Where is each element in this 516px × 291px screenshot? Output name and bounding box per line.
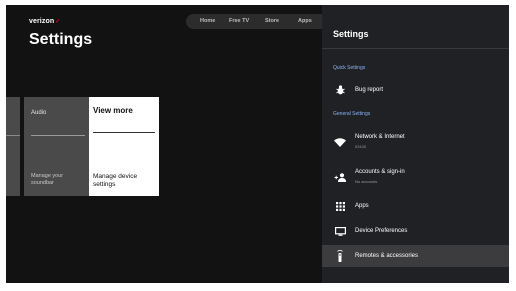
settings-card-view-more[interactable]: View more Manage device settings bbox=[89, 97, 159, 196]
card-description: Manage device settings bbox=[93, 173, 138, 188]
tv-screen: verizon✓ Settings Home Free TV Store App… bbox=[6, 5, 509, 283]
menu-item-label: Apps bbox=[355, 203, 369, 209]
menu-item-label: Network & Internet bbox=[355, 134, 405, 140]
menu-item-bug-report[interactable]: Bug report bbox=[322, 79, 509, 101]
remote-icon bbox=[333, 245, 347, 267]
bug-icon bbox=[333, 79, 347, 101]
nav-tab-free-tv[interactable]: Free TV bbox=[229, 18, 249, 24]
panel-title: Settings bbox=[333, 29, 369, 39]
settings-home: verizon✓ Settings Home Free TV Store App… bbox=[6, 5, 322, 283]
wifi-icon bbox=[333, 129, 347, 155]
nav-tab-apps[interactable]: Apps bbox=[298, 18, 312, 24]
add-person-icon bbox=[333, 164, 347, 190]
card-divider bbox=[93, 132, 155, 133]
menu-item-sublabel: 03100 bbox=[355, 144, 367, 149]
card-title: Audio bbox=[31, 110, 47, 116]
settings-card-audio[interactable]: Audio Manage your soundbar bbox=[24, 97, 92, 196]
menu-item-apps[interactable]: Apps bbox=[322, 195, 509, 217]
menu-item-network-internet[interactable]: Network & Internet 03100 bbox=[322, 129, 509, 155]
menu-item-label: Remotes & accessories bbox=[355, 253, 419, 259]
section-label-general-settings: General Settings bbox=[333, 111, 371, 117]
tv-icon bbox=[333, 220, 347, 242]
menu-item-label: Accounts & sign-in bbox=[355, 169, 405, 175]
menu-item-label: Device Preferences bbox=[355, 228, 408, 234]
menu-item-sublabel: No accounts bbox=[355, 179, 378, 184]
menu-item-device-preferences[interactable]: Device Preferences bbox=[322, 220, 509, 242]
menu-item-remotes-accessories[interactable]: Remotes & accessories bbox=[322, 245, 509, 267]
top-navigation: Home Free TV Store Apps bbox=[186, 14, 322, 29]
card-divider bbox=[6, 135, 20, 136]
brand-logo: verizon✓ bbox=[29, 18, 60, 25]
card-divider bbox=[31, 135, 85, 136]
brand-name: verizon bbox=[29, 18, 55, 25]
card-title: View more bbox=[93, 106, 133, 115]
menu-item-label: Bug report bbox=[355, 87, 384, 93]
apps-grid-icon bbox=[333, 195, 347, 217]
brand-check-icon: ✓ bbox=[55, 19, 61, 25]
settings-card-partial[interactable] bbox=[6, 97, 20, 196]
card-description: Manage your soundbar bbox=[31, 173, 64, 186]
settings-side-panel: Settings Quick Settings Bug report Gener… bbox=[322, 5, 509, 283]
menu-item-accounts-sign-in[interactable]: Accounts & sign-in No accounts bbox=[322, 164, 509, 190]
nav-tab-home[interactable]: Home bbox=[200, 18, 215, 24]
panel-divider bbox=[322, 48, 509, 49]
page-title: Settings bbox=[29, 31, 93, 48]
section-label-quick-settings: Quick Settings bbox=[333, 65, 366, 71]
nav-tab-store[interactable]: Store bbox=[265, 18, 279, 24]
